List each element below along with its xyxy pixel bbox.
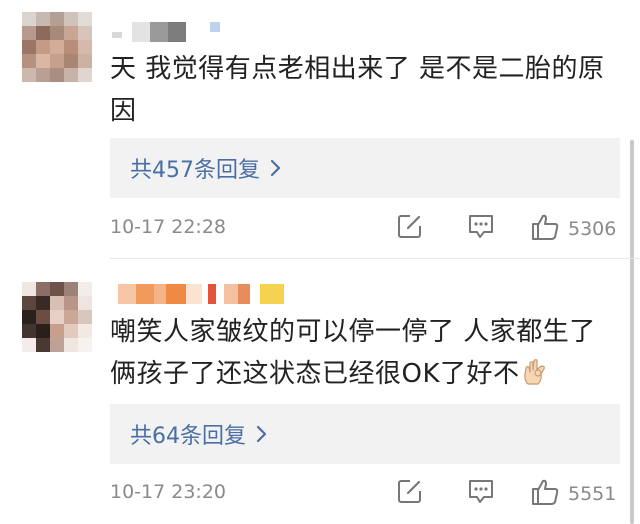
comment-meta: 10-17 23:20 5551 [110,477,628,511]
chevron-right-icon [256,425,268,443]
comment-text: 嘲笑人家皱纹的可以停一停了 人家都生了俩孩子了还这状态已经很OK了好不 [110,311,620,399]
like-count: 5551 [568,483,617,505]
view-replies-button[interactable]: 共457条回复 [110,138,620,198]
reply-count-label: 共457条回复 [130,158,260,183]
avatar[interactable] [22,282,92,352]
edit-icon [396,212,424,244]
avatar[interactable] [22,12,92,82]
reply-button[interactable] [466,212,496,244]
edit-icon [396,477,424,509]
edit-button[interactable] [396,477,424,509]
username-blurred[interactable] [118,284,288,304]
view-replies-button[interactable]: 共64条回复 [110,404,620,464]
scrollbar[interactable] [630,140,634,524]
username-blurred[interactable] [112,22,222,42]
reply-count-label: 共64条回复 [130,424,246,449]
thumbs-up-icon [530,212,560,246]
reply-button[interactable] [466,477,496,509]
timestamp: 10-17 23:20 [110,481,227,503]
ok-hand-emoji [522,357,548,399]
like-button[interactable]: 5306 [530,212,616,246]
edit-button[interactable] [396,212,424,244]
comment-icon [466,212,496,244]
chevron-right-icon [270,159,282,177]
thumbs-up-icon [530,477,560,511]
comment-meta: 10-17 22:28 5306 [110,212,628,246]
comment-list: 天 我觉得有点老相出来了 是不是二胎的原因 共457条回复 10-17 22:2… [0,0,640,524]
like-button[interactable]: 5551 [530,477,616,511]
comment-text: 天 我觉得有点老相出来了 是不是二胎的原因 [110,54,605,126]
timestamp: 10-17 22:28 [110,216,227,238]
divider [110,258,640,259]
like-count: 5306 [568,218,617,240]
comment-icon [466,477,496,509]
